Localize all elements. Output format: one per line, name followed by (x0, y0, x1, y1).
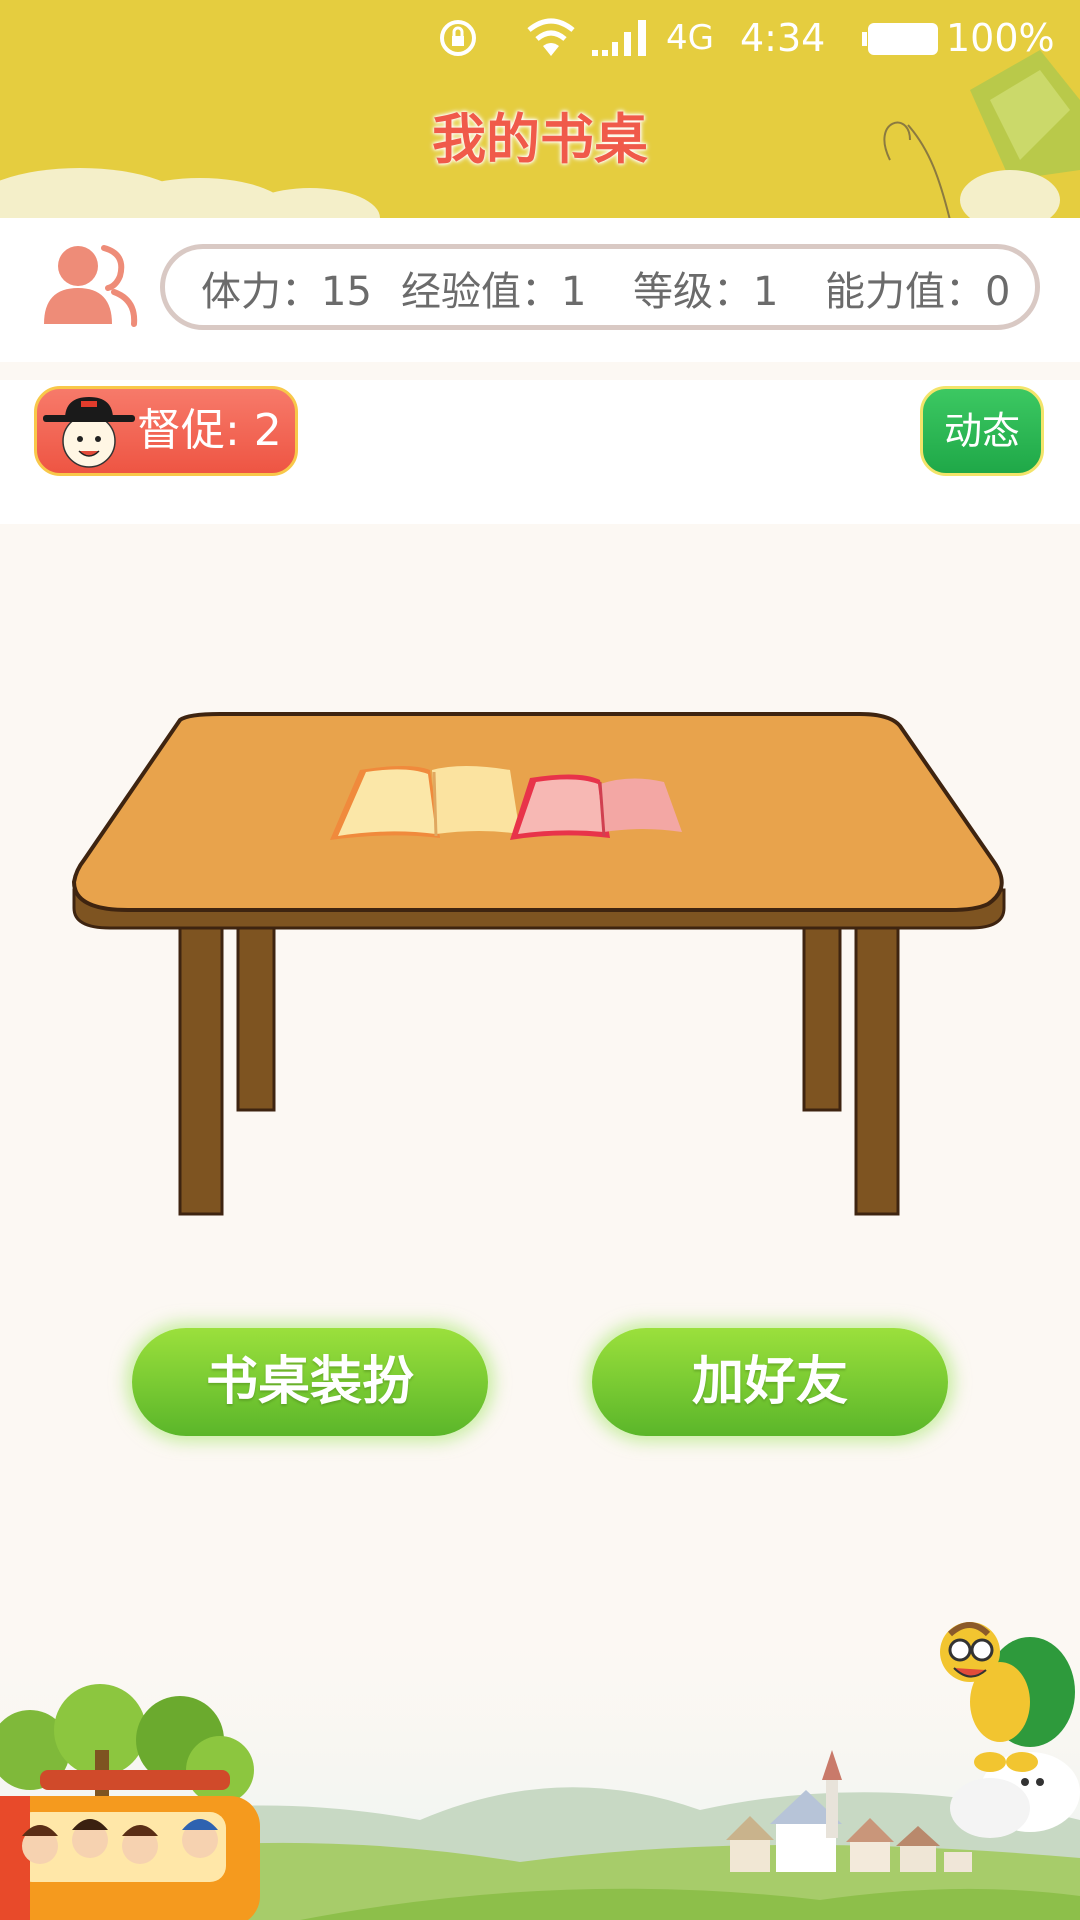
dynamics-button[interactable]: 动态 (920, 386, 1044, 476)
stats-bar: 体力：15 经验值：1 等级：1 能力值：0 (0, 218, 1080, 362)
signal-icon (592, 20, 646, 56)
turtle-mascot (940, 1622, 1080, 1838)
clock: 4:34 (740, 16, 826, 60)
status-bar: 4G 4:34 100% (0, 0, 1080, 76)
page-title: 我的书桌 (432, 108, 648, 171)
experience-stat: 经验值：1 (401, 269, 587, 315)
ability-stat: 能力值：0 (825, 269, 1011, 315)
desk-leg (802, 916, 842, 1112)
desk-dress-button[interactable]: 书桌装扮 (132, 1328, 488, 1436)
stamina-stat: 体力：15 (201, 269, 372, 315)
official-face-icon (43, 397, 135, 468)
battery-icon (862, 23, 938, 55)
wifi-icon (527, 18, 575, 56)
rotation-lock-icon (440, 20, 476, 56)
network-type: 4G (666, 18, 714, 58)
desk-leg (236, 916, 276, 1112)
desk-leg (178, 924, 224, 1216)
app-header: 4G 4:34 100% 我的书桌 (0, 0, 1080, 218)
bottom-scenery (0, 1600, 1080, 1920)
yellow-book (330, 766, 520, 840)
level-stat: 等级：1 (633, 269, 779, 315)
stats-pill: 体力：15 经验值：1 等级：1 能力值：0 (160, 244, 1040, 330)
desk-leg (854, 924, 900, 1216)
supervise-button[interactable]: 督促: 2 (34, 386, 298, 476)
battery-percent: 100% (946, 16, 1055, 60)
desk-illustration (71, 712, 1006, 1216)
supervise-label: 督促: 2 (137, 405, 282, 456)
friends-icon[interactable] (42, 242, 138, 328)
add-friend-button[interactable]: 加好友 (592, 1328, 948, 1436)
action-row: 督促: 2 动态 (0, 380, 1080, 524)
